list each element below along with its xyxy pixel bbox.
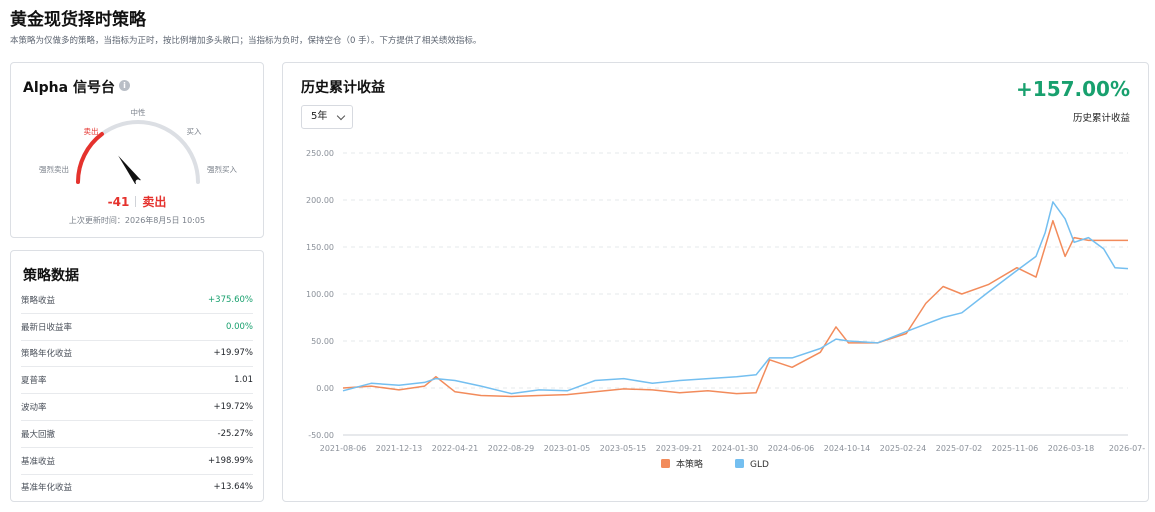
metric-row: 策略年化收益 +19.97% [21, 341, 253, 368]
range-select[interactable]: 5年 [301, 105, 353, 129]
metrics-card-title: 策略数据 [23, 268, 79, 284]
y-tick-label: 50.00 [311, 337, 334, 346]
metric-label: 最新日收益率 [21, 322, 73, 333]
metric-label: 策略收益 [21, 295, 56, 306]
info-icon[interactable]: i [119, 80, 130, 91]
signal-readout: -41 卖出 [11, 193, 263, 210]
x-tick-label: 2023-09-21 [656, 444, 703, 453]
metric-row: 最新日收益率 0.00% [21, 314, 253, 341]
y-tick-label: 150.00 [306, 243, 334, 252]
metric-label: 夏普率 [21, 376, 47, 387]
metric-row: 最大回撤 -25.27% [21, 421, 253, 448]
y-tick-label: 0.00 [316, 384, 334, 393]
signal-card: Alpha 信号台 i 中性 卖出 买入 强烈卖出 强烈买入 -41 卖出 上次更… [10, 62, 264, 238]
y-tick-label: 250.00 [306, 149, 334, 158]
x-tick-label: 2026-03-18 [1048, 444, 1095, 453]
y-tick-label: -50.00 [308, 431, 334, 440]
chart-card-title: 历史累计收益 [301, 80, 385, 96]
gauge-label-sell: 卖出 [84, 126, 99, 136]
metric-value: +13.64% [213, 482, 253, 493]
x-tick-label: 2024-06-06 [768, 444, 815, 453]
metric-row: 策略收益 +375.60% [21, 287, 253, 314]
total-return-label: 历史累计收益 [1072, 113, 1130, 124]
metric-value: -25.27% [217, 428, 253, 439]
legend-label: 本策略 [676, 458, 703, 470]
y-tick-label: 100.00 [306, 290, 334, 299]
x-tick-label: 2023-01-05 [544, 444, 591, 453]
signal-card-title: Alpha 信号台 [23, 80, 115, 96]
x-tick-label: 2024-01-30 [712, 444, 759, 453]
metric-row: 夏普率 1.01 [21, 367, 253, 395]
x-tick-label: 2023-05-15 [600, 444, 647, 453]
metric-value: 1.01 [234, 375, 253, 386]
total-return-value: +157.00% [1016, 77, 1130, 101]
gauge-active-arc [76, 132, 104, 184]
signal-label: 卖出 [142, 195, 167, 209]
gauge-hub [135, 179, 141, 185]
x-tick-label: 2021-12-13 [376, 444, 423, 453]
gauge-label-strong-buy: 强烈买入 [207, 165, 237, 174]
update-time: 上次更新时间：2026年8月5日 10:05 [68, 216, 206, 225]
y-tick-label: 200.00 [306, 196, 334, 205]
metric-value: 0.00% [225, 321, 253, 332]
metric-label: 策略年化收益 [21, 349, 73, 360]
page-title: 黄金现货择时策略 [10, 10, 146, 30]
metric-row: 基准年化收益 +13.64% [21, 475, 253, 501]
x-tick-label: 2022-08-29 [488, 444, 535, 453]
metric-label: 基准收益 [21, 456, 56, 467]
x-tick-label: 2025-07-02 [936, 444, 983, 453]
signal-gauge: 中性 卖出 买入 强烈卖出 强烈买入 [39, 107, 237, 185]
metrics-card: 策略数据 策略收益 +375.60% 最新日收益率 0.00% 策略年化收益 +19.… [10, 250, 264, 502]
signal-value: -41 [107, 195, 130, 209]
return-chart[interactable]: 250.00200.00150.00100.0050.000.00-50.00 … [283, 145, 1148, 485]
legend-swatch [735, 459, 744, 468]
metric-value: +19.97% [213, 348, 253, 359]
gauge-label-neutral: 中性 [131, 107, 146, 117]
x-tick-label: 2026-07- [1109, 444, 1145, 453]
signal-separator [135, 196, 137, 207]
metrics-list: 策略收益 +375.60% 最新日收益率 0.00% 策略年化收益 +19.97% 夏… [21, 287, 253, 500]
metric-row: 波动率 +19.72% [21, 394, 253, 421]
chart-card: 历史累计收益 5年 +157.00% 历史累计收益 250.00 200.00 15… [282, 62, 1149, 502]
metric-label: 最大回撤 [21, 429, 56, 440]
metric-label: 基准年化收益 [21, 483, 73, 494]
metric-row: 基准收益 +198.99% [21, 448, 253, 475]
gauge-label-buy: 买入 [187, 127, 202, 136]
gauge-label-strong-sell: 强烈卖出 [39, 164, 69, 174]
legend-swatch [661, 459, 670, 468]
legend-label: GLD [750, 460, 769, 470]
series-line-gld [342, 201, 1129, 395]
x-tick-label: 2021-08-06 [320, 444, 367, 453]
x-tick-label: 2025-11-06 [992, 444, 1039, 453]
metric-value: +375.60% [208, 294, 253, 305]
metric-value: +198.99% [208, 455, 253, 466]
x-tick-label: 2024-10-14 [824, 444, 871, 453]
x-tick-label: 2022-04-21 [432, 444, 479, 453]
page-description: 本策略为仅做多的策略，当指标为正时，按比例增加多头敞口；当指标为负时，保持空仓（… [10, 36, 482, 46]
x-tick-label: 2025-02-24 [880, 444, 927, 453]
metric-value: +19.72% [213, 402, 253, 413]
range-select-value: 5年 [311, 111, 328, 122]
chevron-down-icon [336, 111, 346, 121]
metric-label: 波动率 [21, 403, 47, 414]
